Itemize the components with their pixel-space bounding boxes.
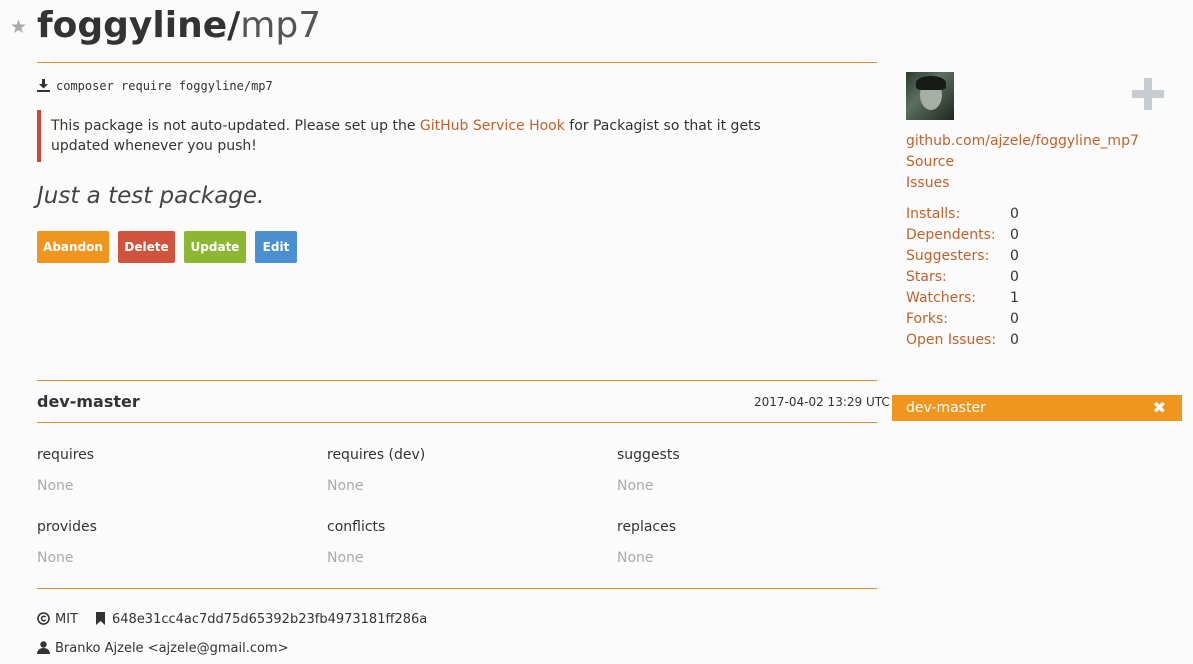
version-footer-divider xyxy=(37,588,877,589)
stat-value-suggesters: 0 xyxy=(1010,248,1019,264)
stat-row: Stars: 0 xyxy=(906,267,1106,288)
close-icon[interactable]: ✖ xyxy=(1153,395,1166,421)
edit-button[interactable]: Edit xyxy=(255,231,297,263)
selected-version-label: dev-master xyxy=(906,400,986,416)
stat-label-suggesters[interactable]: Suggesters: xyxy=(906,246,989,266)
stat-row: Dependents: 0 xyxy=(906,225,1106,246)
install-command[interactable]: composer require foggyline/mp7 xyxy=(37,77,273,95)
link-title-requires: requires xyxy=(37,447,95,463)
link-value-requires-dev: None xyxy=(327,478,364,494)
version-timestamp: 2017-04-02 13:29 UTC xyxy=(754,395,890,409)
star-icon[interactable]: ★ xyxy=(10,17,30,37)
title-slash: / xyxy=(227,5,241,46)
license-name: MIT xyxy=(55,612,78,627)
version-top-divider xyxy=(37,380,877,381)
link-title-requires-dev: requires (dev) xyxy=(327,447,426,463)
package-stats: Installs: 0 Dependents: 0 Suggesters: 0 Sta… xyxy=(906,204,1106,351)
github-service-hook-link[interactable]: GitHub Service Hook xyxy=(420,118,565,134)
download-icon xyxy=(37,79,50,92)
link-title-provides: provides xyxy=(37,519,97,535)
link-value-suggests: None xyxy=(617,478,654,494)
stat-value-dependents: 0 xyxy=(1010,227,1019,243)
issues-link[interactable]: Issues xyxy=(906,173,950,193)
link-value-requires: None xyxy=(37,478,74,494)
stat-row: Open Issues: 0 xyxy=(906,330,1106,351)
stat-row: Watchers: 1 xyxy=(906,288,1106,309)
link-value-conflicts: None xyxy=(327,550,364,566)
stat-value-forks: 0 xyxy=(1010,311,1019,327)
notice-prefix: This package is not auto-updated. Please… xyxy=(51,118,420,134)
author-name: Branko Ajzele <ajzele@gmail.com> xyxy=(55,641,289,656)
author-info: Branko Ajzele <ajzele@gmail.com> xyxy=(37,640,289,658)
stat-value-open-issues: 0 xyxy=(1010,332,1019,348)
commit-reference: 648e31cc4ac7dd75d65392b23fb4973181ff286a xyxy=(94,611,427,629)
selected-version-bar[interactable]: dev-master ✖ xyxy=(892,395,1182,421)
package-name: mp7 xyxy=(240,5,322,46)
commit-hash: 648e31cc4ac7dd75d65392b23fb4973181ff286a xyxy=(112,612,428,627)
version-name: dev-master xyxy=(37,392,140,411)
stat-row: Suggesters: 0 xyxy=(906,246,1106,267)
link-value-provides: None xyxy=(37,550,74,566)
stat-label-open-issues[interactable]: Open Issues: xyxy=(906,330,996,350)
link-title-conflicts: conflicts xyxy=(327,519,386,535)
stat-value-watchers: 1 xyxy=(1010,290,1019,306)
bookmark-icon xyxy=(96,612,105,625)
link-value-replaces: None xyxy=(617,550,654,566)
stat-label-watchers[interactable]: Watchers: xyxy=(906,288,976,308)
repository-link[interactable]: github.com/ajzele/foggyline_mp7 xyxy=(906,131,1139,151)
stat-row: Installs: 0 xyxy=(906,204,1106,225)
license-icon xyxy=(37,612,50,625)
package-vendor[interactable]: foggyline xyxy=(37,5,227,46)
package-description: Just a test package. xyxy=(37,183,265,209)
add-maintainer-icon[interactable] xyxy=(1132,78,1164,110)
page-title: foggyline/mp7 xyxy=(37,4,321,48)
source-link[interactable]: Source xyxy=(906,152,954,172)
stat-label-forks[interactable]: Forks: xyxy=(906,309,948,329)
auto-update-notice: This package is not auto-updated. Please… xyxy=(37,110,811,162)
update-button[interactable]: Update xyxy=(184,231,246,263)
link-title-replaces: replaces xyxy=(617,519,677,535)
user-icon xyxy=(37,641,50,654)
stat-label-installs[interactable]: Installs: xyxy=(906,204,960,224)
stat-label-dependents[interactable]: Dependents: xyxy=(906,225,996,245)
install-command-text: composer require foggyline/mp7 xyxy=(56,79,273,93)
version-header-divider xyxy=(37,422,877,423)
stat-row: Forks: 0 xyxy=(906,309,1106,330)
delete-button[interactable]: Delete xyxy=(118,231,175,263)
stat-value-stars: 0 xyxy=(1010,269,1019,285)
title-divider xyxy=(37,62,877,63)
stat-value-installs: 0 xyxy=(1010,206,1019,222)
link-title-suggests: suggests xyxy=(617,447,680,463)
abandon-button[interactable]: Abandon xyxy=(37,231,109,263)
license-info: MIT xyxy=(37,611,78,629)
stat-label-stars[interactable]: Stars: xyxy=(906,267,947,287)
maintainer-avatar[interactable] xyxy=(906,72,954,120)
